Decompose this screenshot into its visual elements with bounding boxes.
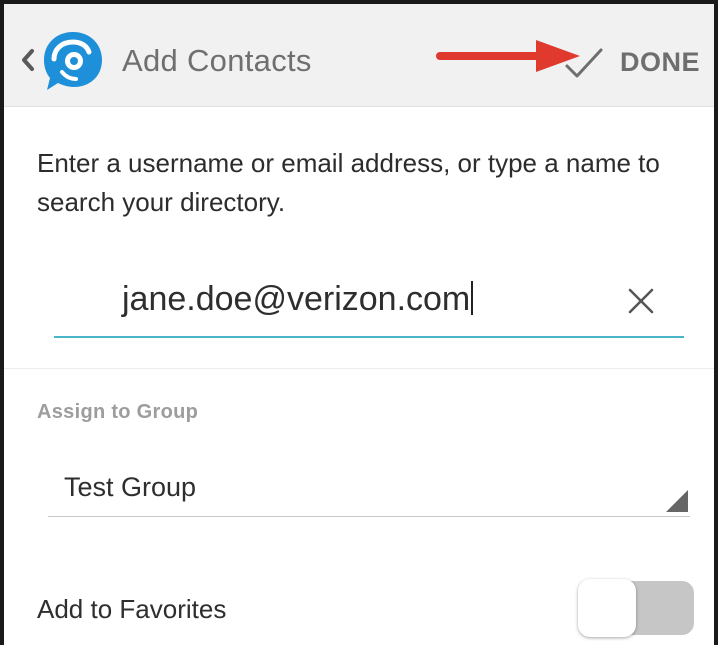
done-button[interactable]: DONE — [560, 40, 706, 88]
group-select[interactable]: Test Group — [48, 454, 690, 517]
favorites-toggle[interactable] — [578, 579, 696, 639]
chat-bubble-logo-icon — [44, 32, 102, 90]
section-divider — [4, 368, 714, 369]
search-input[interactable]: jane.doe@verizon.com — [54, 270, 684, 338]
text-cursor — [471, 281, 474, 315]
done-label: DONE — [620, 47, 701, 77]
toggle-thumb[interactable] — [578, 579, 636, 637]
close-icon[interactable] — [622, 282, 660, 320]
dropdown-caret-icon — [666, 490, 688, 512]
instructions-text: Enter a username or email address, or ty… — [37, 148, 660, 217]
app-window: Add Contacts DONE Enter a username or em… — [0, 0, 718, 645]
checkmark-icon — [565, 48, 603, 78]
chevron-left-icon[interactable] — [18, 46, 38, 74]
group-select-value: Test Group — [64, 472, 197, 502]
app-header: Add Contacts DONE — [4, 4, 714, 107]
page-title: Add Contacts — [122, 43, 312, 78]
assign-group-label: Assign to Group — [37, 401, 199, 423]
favorites-label: Add to Favorites — [37, 594, 227, 624]
search-input-value[interactable]: jane.doe@verizon.com — [122, 280, 474, 319]
